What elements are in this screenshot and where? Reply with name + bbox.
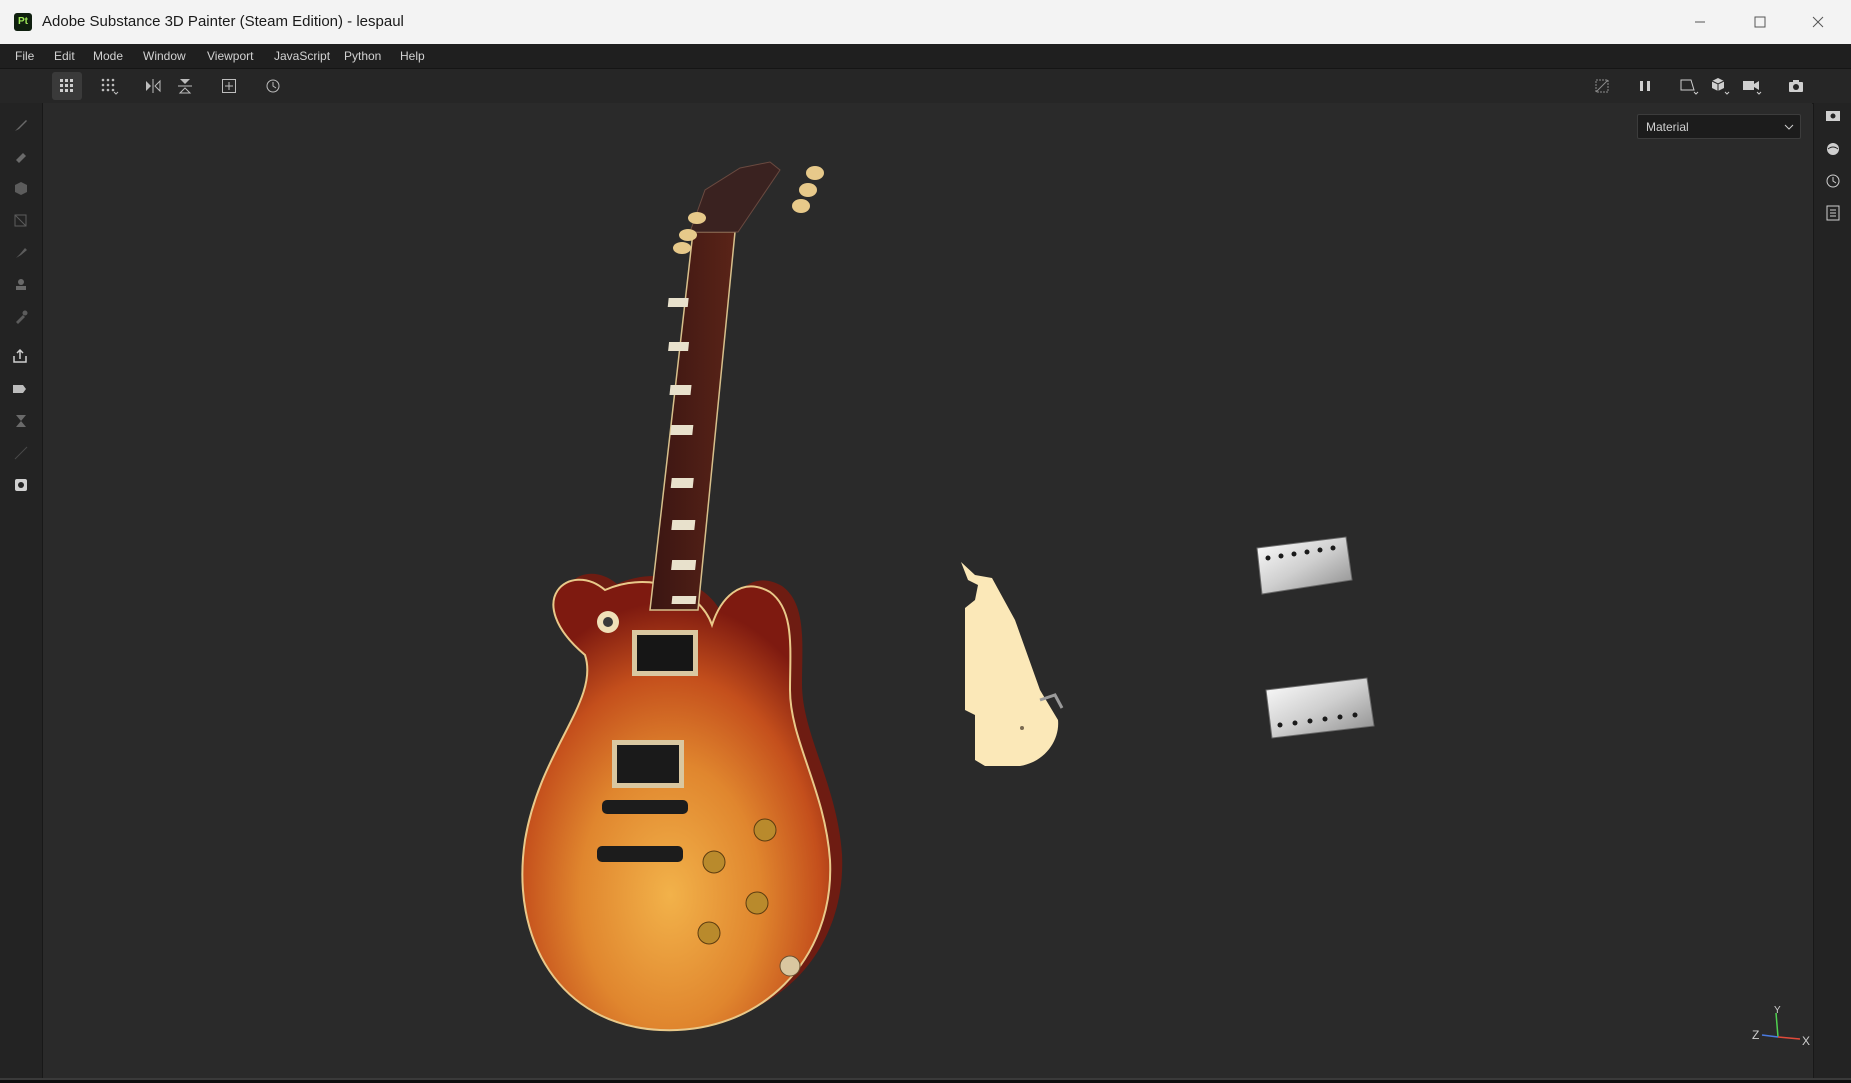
menu-javascript[interactable]: JavaScript — [274, 44, 330, 68]
cube-button[interactable] — [1706, 72, 1736, 100]
clone-stamp-icon — [16, 279, 26, 290]
screenshot-icon — [1789, 80, 1803, 92]
minimize-icon — [1695, 21, 1705, 23]
axis-gizmo: Y X Z — [1750, 1005, 1810, 1050]
minimize-button[interactable] — [1671, 0, 1729, 44]
pickup-cover-top — [1256, 536, 1353, 595]
guitar-model — [521, 161, 843, 1032]
projection-tool[interactable] — [9, 177, 33, 201]
export-icon — [13, 348, 27, 363]
menu-mode[interactable]: Mode — [93, 44, 123, 68]
pickup-cover-bottom — [1265, 677, 1375, 739]
grid-view-button[interactable] — [52, 72, 82, 100]
mirror-y-icon — [178, 79, 192, 94]
axis-z-label: Z — [1752, 1028, 1759, 1042]
pause-button[interactable] — [1630, 72, 1660, 100]
grid-options-icon — [101, 78, 119, 95]
viewport-mode-value: Material — [1646, 120, 1689, 134]
menu-help[interactable]: Help — [400, 44, 425, 68]
menu-python[interactable]: Python — [344, 44, 381, 68]
perspective-icon — [1680, 79, 1699, 95]
smudge-icon — [16, 248, 27, 258]
add-frame-icon — [222, 79, 236, 93]
mirror-x-button[interactable] — [138, 72, 168, 100]
material-ball-icon — [15, 479, 27, 491]
grid-options-button[interactable] — [95, 72, 125, 100]
display-settings-button[interactable] — [1821, 105, 1845, 129]
measure-icon — [14, 446, 28, 460]
screenshot-button[interactable] — [1781, 72, 1811, 100]
environment-icon — [1827, 143, 1839, 155]
menu-edit[interactable]: Edit — [54, 44, 75, 68]
paint-brush-tool[interactable] — [9, 113, 33, 137]
clone-stamp-tool[interactable] — [9, 273, 33, 297]
polygon-fill-icon — [14, 214, 27, 227]
measure-tool[interactable] — [9, 441, 33, 465]
right-tool-bar — [1813, 103, 1851, 1080]
color-picker-icon — [16, 310, 28, 324]
menu-viewport[interactable]: Viewport — [207, 44, 253, 68]
3d-viewport[interactable]: Y X Z — [43, 103, 1812, 1078]
grid-view-icon — [60, 79, 73, 92]
color-picker-tool[interactable] — [9, 305, 33, 329]
log-button[interactable] — [1821, 201, 1845, 225]
axis-x-label: X — [1802, 1034, 1810, 1048]
mirror-x-icon — [146, 79, 161, 93]
bake-tool[interactable] — [9, 377, 33, 401]
paint-brush-icon — [15, 120, 27, 131]
axis-y-label: Y — [1774, 1005, 1781, 1016]
history-button[interactable] — [258, 72, 288, 100]
export-tool[interactable] — [9, 345, 33, 369]
close-icon — [1812, 16, 1824, 28]
menu-file[interactable]: File — [15, 44, 34, 68]
app-window: Pt Adobe Substance 3D Painter (Steam Edi… — [0, 0, 1851, 1080]
pause-icon — [1640, 81, 1650, 91]
smudge-tool[interactable] — [9, 241, 33, 265]
display-settings-icon — [1826, 111, 1840, 121]
app-logo-icon: Pt — [14, 13, 32, 31]
eraser-tool[interactable] — [9, 145, 33, 169]
pickguard-model — [961, 562, 1059, 766]
menu-bar: File Edit Mode Window Viewport JavaScrip… — [0, 44, 1851, 69]
scene-render — [521, 161, 1375, 1032]
history-panel-button[interactable] — [1821, 169, 1845, 193]
hide-icon — [1595, 79, 1609, 93]
viewport-toolbar — [0, 69, 1851, 104]
cube-icon — [1711, 78, 1730, 95]
maximize-button[interactable] — [1731, 0, 1789, 44]
viewport-mode-dropdown[interactable]: Material — [1637, 114, 1801, 139]
hourglass-icon — [16, 415, 26, 427]
add-frame-button[interactable] — [214, 72, 244, 100]
camera-icon — [1743, 81, 1762, 95]
menu-window[interactable]: Window — [143, 44, 186, 68]
history-icon — [1826, 174, 1840, 188]
camera-button[interactable] — [1738, 72, 1768, 100]
history-icon — [266, 79, 280, 93]
log-icon — [1826, 205, 1840, 221]
perspective-button[interactable] — [1675, 72, 1705, 100]
bake-icon — [13, 385, 26, 393]
title-bar: Pt Adobe Substance 3D Painter (Steam Edi… — [0, 0, 1851, 45]
maximize-icon — [1754, 16, 1766, 28]
environment-button[interactable] — [1821, 137, 1845, 161]
mirror-y-button[interactable] — [170, 72, 200, 100]
polygon-fill-tool[interactable] — [9, 209, 33, 233]
projection-icon — [15, 182, 27, 195]
window-title: Adobe Substance 3D Painter (Steam Editio… — [42, 13, 404, 30]
chevron-down-icon — [1784, 116, 1794, 141]
hourglass-tool[interactable] — [9, 409, 33, 433]
eraser-icon — [16, 153, 26, 163]
close-button[interactable] — [1789, 0, 1847, 44]
hide-button[interactable] — [1587, 72, 1617, 100]
left-tool-bar — [0, 103, 43, 1080]
material-ball-tool[interactable] — [9, 473, 33, 497]
